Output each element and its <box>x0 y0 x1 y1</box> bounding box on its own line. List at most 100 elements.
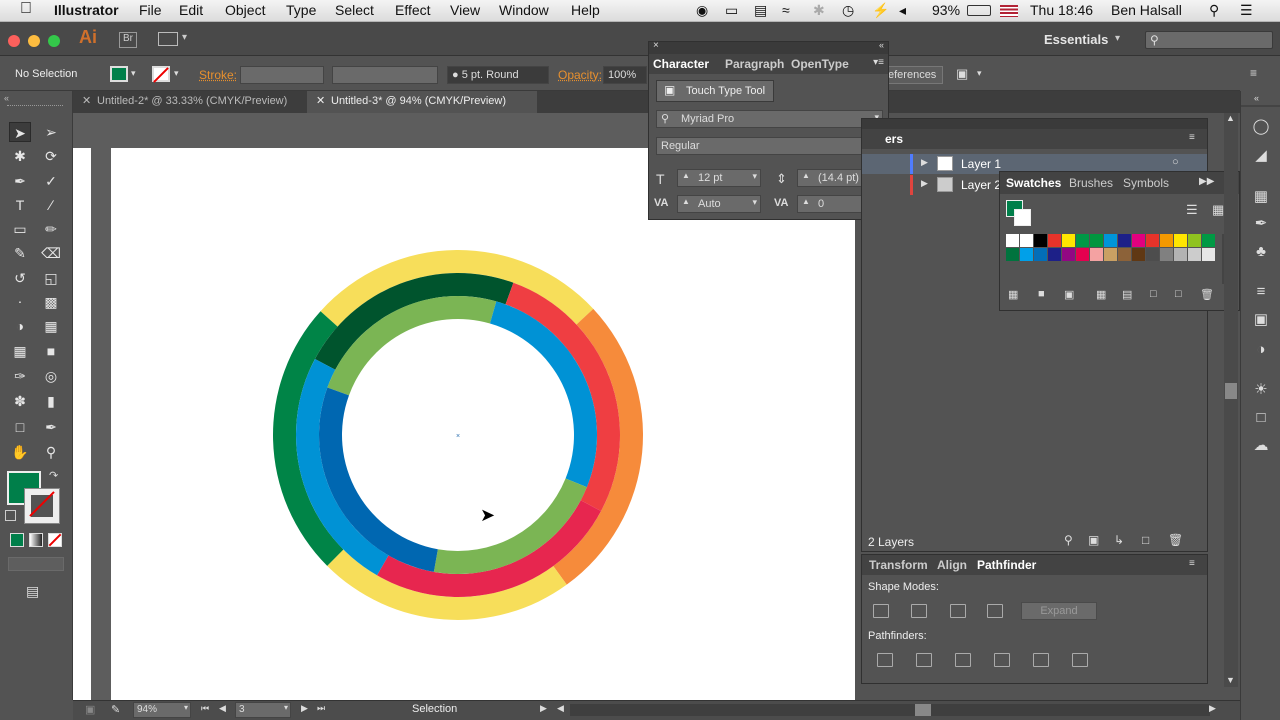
symbol-sprayer-tool-icon[interactable]: ✽ <box>9 391 31 411</box>
layers-menu-icon[interactable]: ≡ <box>1189 132 1195 143</box>
leading-stepper-icon[interactable]: ▲ <box>802 171 810 180</box>
menu-app[interactable]: Illustrator <box>54 2 119 18</box>
gpu-icon[interactable]: ▣ <box>85 703 95 716</box>
layer-name[interactable]: Layer 1 <box>961 157 1001 171</box>
swatch[interactable] <box>1174 248 1187 261</box>
scale-tool-icon[interactable]: ◱ <box>40 268 62 288</box>
airplay-icon[interactable]: ▭ <box>725 2 738 19</box>
arrange-documents-icon[interactable] <box>158 32 178 46</box>
notifications-icon[interactable]: ☰ <box>1240 2 1253 19</box>
width-tool-icon[interactable]: ⋅ <box>9 292 31 312</box>
prev-artboard-icon[interactable]: ◀ <box>219 703 226 714</box>
close-tab-icon[interactable]: ✕ <box>316 94 325 107</box>
fill-color-box[interactable] <box>110 66 128 82</box>
line-tool-icon[interactable]: ∕ <box>40 195 62 215</box>
hand-tool-icon[interactable]: ✋ <box>9 442 31 462</box>
artboard-chevron-icon[interactable]: ▾ <box>284 703 288 712</box>
color-guide-icon[interactable]: ◯ <box>1252 118 1270 136</box>
paintbrush-tool-icon[interactable]: ✏ <box>40 219 62 239</box>
clock[interactable]: Thu 18:46 <box>1030 2 1093 18</box>
gradient-tool-icon[interactable]: ■ <box>40 341 62 361</box>
stroke-swatch[interactable] <box>24 488 60 524</box>
swatch[interactable] <box>1202 234 1215 247</box>
locate-object-icon[interactable]: ⚲ <box>1064 533 1073 547</box>
new-layer-icon[interactable]: □ <box>1142 533 1149 547</box>
swatch-grid[interactable] <box>1006 234 1216 284</box>
swatch[interactable] <box>1160 234 1173 247</box>
minus-back-icon[interactable] <box>1072 653 1088 667</box>
menu-window[interactable]: Window <box>499 2 549 18</box>
font-size-stepper-icon[interactable]: ▲ <box>682 171 690 180</box>
zoom-window-button[interactable] <box>48 35 60 47</box>
gradient-mode-button[interactable] <box>29 533 43 547</box>
pen-tool-icon[interactable]: ✒ <box>9 171 31 191</box>
swatch[interactable] <box>1118 248 1131 261</box>
collapse-tools-icon[interactable]: « <box>4 93 9 103</box>
panel-menu-icon[interactable]: ▾≡ <box>873 57 884 68</box>
help-search-input[interactable]: ⚲ <box>1145 31 1273 49</box>
swatch[interactable] <box>1132 248 1145 261</box>
swatch[interactable] <box>1160 248 1173 261</box>
collapse-panel-icon[interactable]: « <box>879 40 884 50</box>
swatch[interactable] <box>1104 248 1117 261</box>
flag-icon[interactable] <box>1000 5 1018 17</box>
brushes-dock-icon[interactable]: ✒ <box>1252 215 1270 233</box>
swatch[interactable] <box>1062 234 1075 247</box>
user-name[interactable]: Ben Halsall <box>1111 2 1182 18</box>
bridge-button[interactable]: Br <box>119 32 137 48</box>
swatch[interactable] <box>1104 234 1117 247</box>
swatch-kind-icon[interactable]: ■ <box>1038 288 1045 300</box>
swatch[interactable] <box>1048 234 1061 247</box>
mesh-tool-icon[interactable]: ▦ <box>9 341 31 361</box>
isolate-icon[interactable]: ▣ <box>956 66 968 82</box>
variable-width-profile[interactable] <box>332 66 438 84</box>
opacity-label[interactable]: Opacity: <box>558 68 602 82</box>
scroll-down-icon[interactable]: ▼ <box>1226 675 1235 685</box>
stroke-color-box[interactable] <box>152 66 170 83</box>
swatch[interactable] <box>1202 248 1215 261</box>
font-size-field[interactable]: ▲ 12 pt ▾ <box>677 169 761 187</box>
swatch[interactable] <box>1188 248 1201 261</box>
tracking-stepper-icon[interactable]: ▲ <box>802 197 810 206</box>
color-mode-button[interactable] <box>10 533 24 547</box>
layer-name[interactable]: Layer 2 <box>961 178 1001 192</box>
eraser-tool-icon[interactable]: ⌫ <box>40 243 62 263</box>
none-mode-button[interactable] <box>48 533 62 547</box>
menu-type[interactable]: Type <box>286 2 316 18</box>
swatch[interactable] <box>1062 248 1075 261</box>
workspace-chevron-icon[interactable]: ▾ <box>1115 33 1120 44</box>
lasso-tool-icon[interactable]: ⟳ <box>40 146 62 166</box>
gradient-dock-icon[interactable]: ▣ <box>1252 311 1270 329</box>
swatch[interactable] <box>1118 234 1131 247</box>
scroll-thumb[interactable] <box>1225 383 1237 399</box>
menu-effect[interactable]: Effect <box>395 2 431 18</box>
free-transform-tool-icon[interactable]: ▩ <box>40 292 62 312</box>
kerning-field[interactable]: ▲ Auto ▾ <box>677 195 761 213</box>
menu-view[interactable]: View <box>450 2 480 18</box>
swatch[interactable] <box>1048 248 1061 261</box>
tab-opentype[interactable]: OpenType <box>791 54 849 74</box>
curvature-tool-icon[interactable]: ✓ <box>40 171 62 191</box>
tab-transform[interactable]: Transform <box>869 555 928 575</box>
eyedropper-tool-icon[interactable]: ✑ <box>9 366 31 386</box>
tab-paragraph[interactable]: Paragraph <box>725 54 784 74</box>
minus-front-icon[interactable] <box>911 604 927 618</box>
stroke-weight-field[interactable] <box>240 66 324 84</box>
transparency-dock-icon[interactable]: ◑ <box>1252 341 1270 359</box>
hscroll-left-icon[interactable]: ◀ <box>557 703 564 714</box>
font-style-field[interactable]: Regular ▾ <box>656 137 883 155</box>
swatch[interactable] <box>1076 234 1089 247</box>
swatch[interactable] <box>1146 234 1159 247</box>
slice-tool-icon[interactable]: ✒ <box>40 417 62 437</box>
next-artboard-icon[interactable]: ▶ <box>301 703 308 714</box>
new-sublayer-icon[interactable]: ↳ <box>1114 533 1124 547</box>
tools-grip[interactable] <box>7 105 63 107</box>
blend-tool-icon[interactable]: ◎ <box>40 366 62 386</box>
swatch[interactable] <box>1006 234 1019 247</box>
menu-object[interactable]: Object <box>225 2 265 18</box>
isolate-chevron-icon[interactable]: ▾ <box>977 68 982 79</box>
swatch[interactable] <box>1090 248 1103 261</box>
list-view-icon[interactable]: ☰ <box>1186 202 1198 218</box>
swatch[interactable] <box>1034 248 1047 261</box>
tab-align[interactable]: Align <box>937 555 967 575</box>
